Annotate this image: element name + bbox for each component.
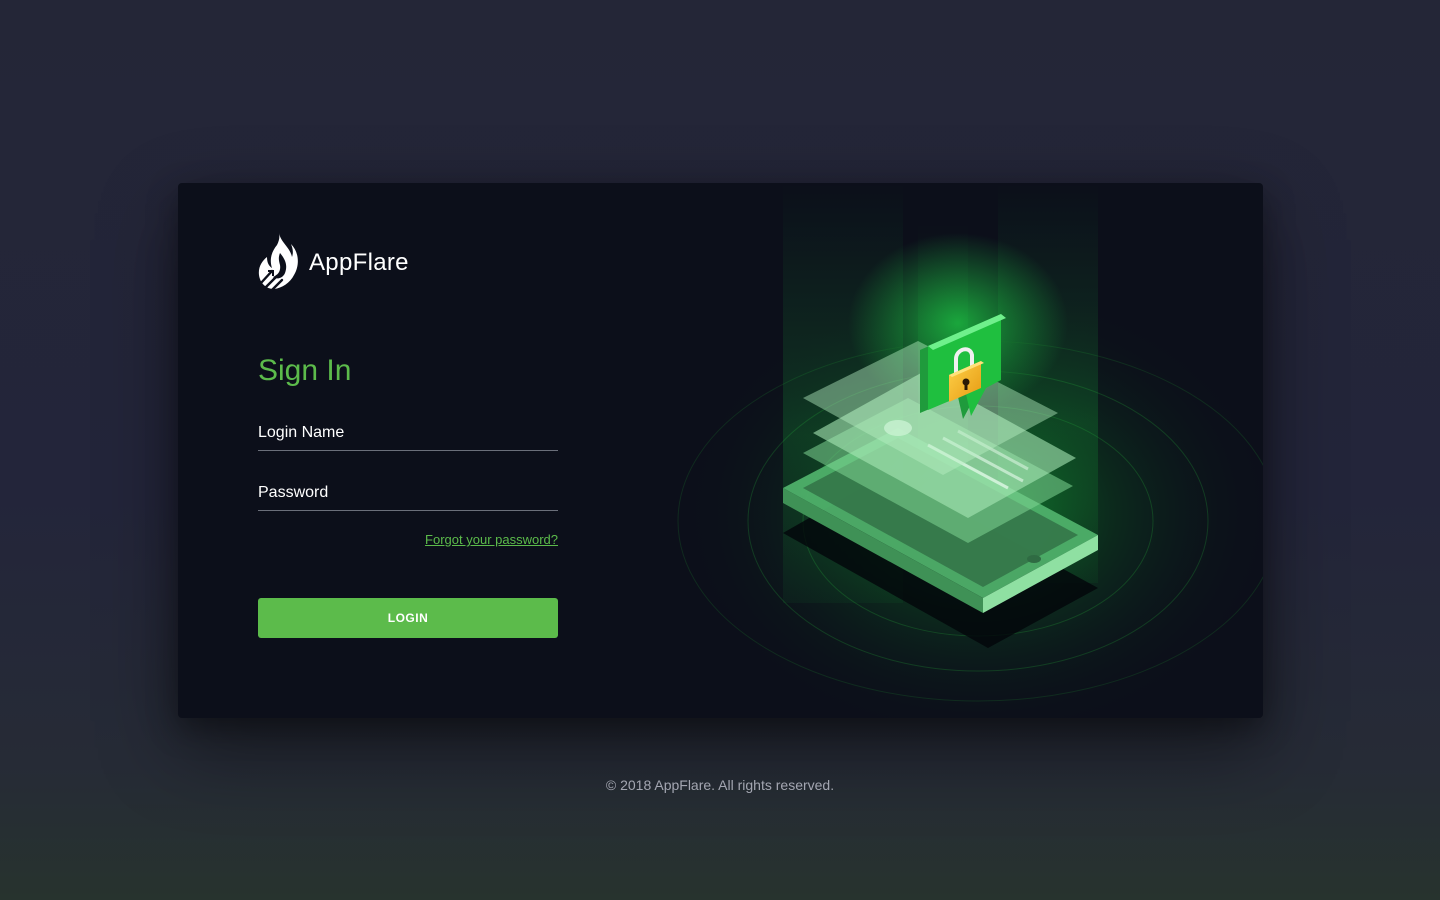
page-title: Sign In [258, 354, 352, 387]
brand: AppFlare [258, 231, 409, 293]
forgot-password-row: Forgot your password? [258, 532, 558, 547]
copyright-footer: © 2018 AppFlare. All rights reserved. [605, 777, 835, 793]
login-name-input[interactable] [258, 418, 558, 448]
login-card: AppFlare Sign In Forgot your password? L… [178, 183, 1263, 718]
password-field [258, 476, 558, 511]
forgot-password-link[interactable]: Forgot your password? [425, 532, 558, 547]
brand-name: AppFlare [309, 249, 409, 276]
login-button[interactable]: LOGIN [258, 598, 558, 638]
flame-logo-icon [258, 233, 298, 293]
password-input[interactable] [258, 478, 558, 508]
security-lock-illustration-icon [677, 183, 1263, 718]
login-name-field [258, 416, 558, 451]
